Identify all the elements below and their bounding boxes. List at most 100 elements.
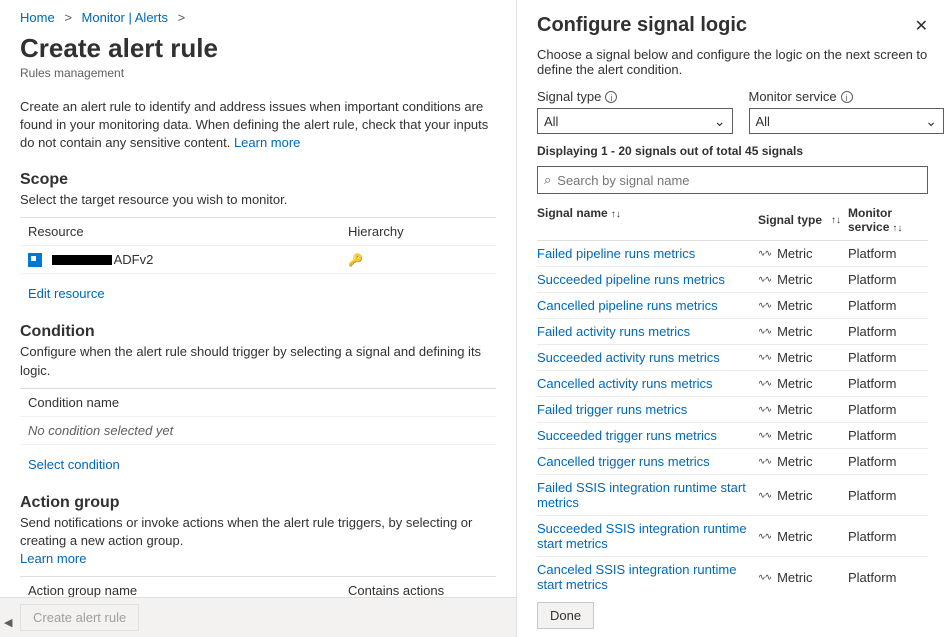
col-signal-name[interactable]: Signal name↑↓: [537, 206, 758, 234]
signal-row[interactable]: Failed trigger runs metrics ∿∿ Metric Platf…: [537, 397, 928, 423]
signal-type: Metric: [777, 529, 812, 544]
done-button[interactable]: Done: [537, 602, 594, 629]
configure-signal-panel: Configure signal logic ✕ Choose a signal…: [516, 0, 948, 637]
signal-type: Metric: [777, 246, 812, 261]
condition-heading: Condition: [20, 323, 496, 341]
signal-row[interactable]: Failed activity runs metrics ∿∿ Metric Plat…: [537, 319, 928, 345]
signal-monitor: Platform: [848, 324, 928, 339]
metric-icon: ∿∿: [758, 274, 771, 285]
signal-row[interactable]: Succeeded pipeline runs metrics ∿∿ Metric P…: [537, 267, 928, 293]
close-icon[interactable]: ✕: [915, 16, 928, 36]
signal-monitor: Platform: [848, 570, 928, 585]
resource-name: ADFv2: [114, 252, 154, 267]
signal-type: Metric: [777, 488, 812, 503]
signal-link[interactable]: Cancelled trigger runs metrics: [537, 454, 710, 469]
signal-count: Displaying 1 - 20 signals out of total 4…: [537, 144, 944, 158]
action-learn-more-link[interactable]: Learn more: [20, 551, 86, 566]
signal-row[interactable]: Failed SSIS integration runtime start me…: [537, 475, 928, 516]
page-title: Create alert rule: [20, 33, 496, 64]
signal-link[interactable]: Cancelled pipeline runs metrics: [537, 298, 718, 313]
signal-link[interactable]: Canceled SSIS integration runtime start …: [537, 562, 736, 592]
metric-icon: ∿∿: [758, 531, 771, 542]
signal-row[interactable]: Succeeded trigger runs metrics∿∿MetricPl…: [537, 423, 928, 449]
signal-row[interactable]: Succeeded SSIS integration runtime start…: [537, 516, 928, 557]
action-heading: Action group: [20, 494, 496, 512]
signal-link[interactable]: Succeeded pipeline runs metrics: [537, 272, 725, 287]
signal-link[interactable]: Succeeded activity runs metrics: [537, 350, 720, 365]
signal-monitor: Platform: [848, 376, 928, 391]
learn-more-link[interactable]: Learn more: [234, 135, 300, 150]
action-col-contains: Contains actions: [348, 583, 488, 598]
signal-link[interactable]: Failed trigger runs metrics: [537, 402, 687, 417]
signal-type-select[interactable]: All: [537, 108, 733, 134]
signal-row[interactable]: Cancelled trigger runs metrics ∿∿ Metric Pl…: [537, 449, 928, 475]
signal-type: Metric: [777, 324, 812, 339]
info-icon[interactable]: i: [841, 91, 853, 103]
panel-title: Configure signal logic: [537, 14, 747, 37]
metric-icon: ∿∿: [758, 248, 771, 259]
signal-row[interactable]: Succeeded activity runs metrics∿∿MetricP…: [537, 345, 928, 371]
action-col-name: Action group name: [28, 583, 348, 598]
metric-icon: ∿∿: [758, 326, 771, 337]
signal-type: Metric: [777, 298, 812, 313]
panel-desc: Choose a signal below and configure the …: [537, 47, 944, 77]
signal-row[interactable]: Canceled SSIS integration runtime start …: [537, 557, 928, 594]
breadcrumb-home[interactable]: Home: [20, 10, 55, 25]
signal-monitor: Platform: [848, 428, 928, 443]
action-desc: Send notifications or invoke actions whe…: [20, 514, 496, 569]
signal-link[interactable]: Failed activity runs metrics: [537, 324, 690, 339]
signal-row[interactable]: Failed pipeline runs metrics ∿∿ Metric Plat…: [537, 241, 928, 267]
breadcrumb-monitor-alerts[interactable]: Monitor | Alerts: [82, 10, 168, 25]
signal-monitor: Platform: [848, 298, 928, 313]
col-monitor-service[interactable]: Monitor service↑↓: [848, 206, 928, 234]
monitor-service-select[interactable]: All: [749, 108, 945, 134]
signal-monitor: Platform: [848, 488, 928, 503]
redacted-text: [52, 255, 112, 265]
metric-icon: ∿∿: [758, 572, 771, 583]
signal-row[interactable]: Cancelled activity runs metrics∿∿MetricP…: [537, 371, 928, 397]
create-alert-rule-button[interactable]: Create alert rule: [20, 604, 139, 631]
monitor-service-label: Monitor servicei: [749, 89, 945, 104]
signal-type-label: Signal typei: [537, 89, 733, 104]
signal-monitor: Platform: [848, 402, 928, 417]
sort-icon: ↑↓: [831, 215, 841, 226]
edit-resource-link[interactable]: Edit resource: [28, 286, 105, 301]
info-icon[interactable]: i: [605, 91, 617, 103]
chevron-right-icon: >: [172, 10, 192, 25]
signal-type: Metric: [777, 570, 812, 585]
scope-resource-row[interactable]: ADFv2 🔑: [20, 246, 496, 275]
condition-desc: Configure when the alert rule should tri…: [20, 343, 496, 379]
metric-icon: ∿∿: [758, 456, 771, 467]
col-signal-type[interactable]: Signal type↑↓: [758, 206, 848, 234]
signal-monitor: Platform: [848, 529, 928, 544]
condition-empty: No condition selected yet: [28, 423, 488, 438]
signal-type: Metric: [777, 454, 812, 469]
signal-type: Metric: [777, 402, 812, 417]
signal-link[interactable]: Failed SSIS integration runtime start me…: [537, 480, 746, 510]
scope-heading: Scope: [20, 171, 496, 189]
key-icon: 🔑: [348, 253, 363, 267]
intro-text: Create an alert rule to identify and add…: [20, 98, 496, 153]
signal-link[interactable]: Succeeded trigger runs metrics: [537, 428, 717, 443]
select-condition-link[interactable]: Select condition: [28, 457, 120, 472]
signal-search[interactable]: ⌕: [537, 166, 928, 194]
condition-col-name: Condition name: [28, 395, 488, 410]
metric-icon: ∿∿: [758, 300, 771, 311]
signal-type: Metric: [777, 272, 812, 287]
condition-section: Condition Configure when the alert rule …: [20, 323, 496, 471]
signal-row[interactable]: Cancelled pipeline runs metrics ∿∿ Metric P…: [537, 293, 928, 319]
signal-monitor: Platform: [848, 454, 928, 469]
signal-link[interactable]: Succeeded SSIS integration runtime start…: [537, 521, 747, 551]
metric-icon: ∿∿: [758, 404, 771, 415]
footer-bar: Create alert rule: [0, 597, 516, 637]
datafactory-icon: [28, 253, 42, 267]
scope-section: Scope Select the target resource you wis…: [20, 171, 496, 302]
expand-caret-icon[interactable]: ◀: [4, 616, 12, 629]
signal-link[interactable]: Cancelled activity runs metrics: [537, 376, 713, 391]
signal-monitor: Platform: [848, 272, 928, 287]
scope-col-resource: Resource: [28, 224, 348, 239]
signal-link[interactable]: Failed pipeline runs metrics: [537, 246, 695, 261]
breadcrumb: Home > Monitor | Alerts >: [20, 8, 496, 31]
signal-search-input[interactable]: [557, 173, 921, 188]
signal-monitor: Platform: [848, 246, 928, 261]
